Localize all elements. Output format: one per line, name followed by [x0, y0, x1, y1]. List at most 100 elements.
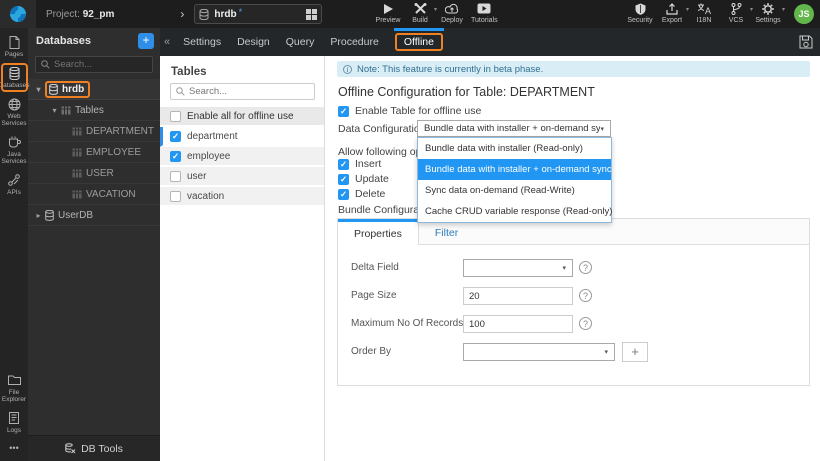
help-icon[interactable]: ? — [579, 261, 592, 274]
page-size-input[interactable] — [463, 287, 573, 305]
tree-node-table[interactable]: VACATION — [28, 184, 160, 205]
tab-offline[interactable]: Offline — [393, 28, 444, 56]
selected-db-name: hrdb — [214, 8, 237, 20]
dropdown-option[interactable]: Sync data on-demand (Read-Write) — [418, 180, 611, 201]
user-avatar[interactable]: JS — [794, 4, 814, 24]
table-icon — [72, 169, 82, 178]
tables-search[interactable] — [170, 83, 315, 100]
max-records-row: Maximum No Of Records ? — [338, 315, 809, 333]
save-button[interactable] — [797, 33, 815, 51]
nav-apis[interactable]: APIs — [1, 170, 28, 199]
dropdown-option[interactable]: Cache CRUD variable response (Read-only) — [418, 201, 612, 222]
settings-button[interactable]: Settings ▾ — [755, 2, 785, 24]
top-bar: Project: 92_pm › hrdb * Preview Build ▾ — [0, 0, 820, 28]
tree-node-table[interactable]: EMPLOYEE — [28, 142, 160, 163]
db-selector[interactable]: hrdb * — [194, 4, 323, 24]
security-button[interactable]: Security — [627, 2, 653, 24]
tools-icon — [414, 2, 427, 15]
enable-table-row[interactable]: Enable Table for offline use — [338, 105, 481, 117]
service-tab-bar: « Settings Design Query Procedure Offlin… — [160, 28, 820, 56]
tab-properties[interactable]: Properties — [338, 219, 419, 245]
api-connector-icon — [8, 174, 20, 187]
tree-node-label: USER — [86, 167, 114, 179]
nav-web-services[interactable]: Web Services — [1, 94, 28, 130]
nav-databases[interactable]: Databases — [0, 63, 30, 92]
table-checkbox[interactable] — [170, 130, 181, 142]
preview-button[interactable]: Preview — [375, 2, 401, 24]
tree-node-table[interactable]: USER — [28, 163, 160, 184]
tree-node-label: DEPARTMENT — [86, 125, 154, 137]
update-row[interactable]: Update — [338, 173, 389, 185]
order-by-row: Order By ▾ + — [338, 342, 809, 362]
table-checkbox[interactable] — [170, 190, 181, 202]
delete-checkbox[interactable] — [338, 188, 349, 200]
chevron-down-icon: ▾ — [781, 7, 785, 13]
table-row-employee[interactable]: employee — [160, 147, 324, 167]
tab-settings[interactable]: Settings — [182, 28, 222, 56]
collapse-panel-icon[interactable]: « — [162, 36, 175, 48]
data-configuration-select[interactable]: Bundle data with installer + on-demand s… — [417, 120, 611, 137]
tree-node-label: VACATION — [86, 188, 136, 200]
add-database-button[interactable]: + — [138, 33, 154, 49]
table-checkbox[interactable] — [170, 150, 181, 162]
add-order-by-button[interactable]: + — [622, 342, 648, 362]
table-row-user[interactable]: user — [160, 167, 324, 187]
insert-checkbox[interactable] — [338, 158, 349, 170]
app-logo[interactable] — [0, 0, 36, 28]
help-icon[interactable]: ? — [579, 289, 592, 302]
tab-query[interactable]: Query — [285, 28, 316, 56]
tree-node-userdb[interactable]: ▸ UserDB — [28, 205, 160, 226]
delta-field-select[interactable]: ▾ — [463, 259, 573, 277]
project-name: Project: 92_pm — [46, 8, 115, 20]
nav-more[interactable]: ••• — [1, 439, 28, 455]
tree-node-table[interactable]: DEPARTMENT — [28, 121, 160, 142]
tree-node-hrdb[interactable]: ▾ hrdb — [28, 79, 160, 100]
app-switcher-icon[interactable] — [306, 8, 318, 20]
dropdown-option[interactable]: Bundle data with installer (Read-only) — [418, 138, 611, 159]
deploy-button[interactable]: Deploy — [439, 2, 465, 24]
enable-all-row[interactable]: Enable all for offline use — [160, 107, 324, 127]
beta-note-banner: i Note: This feature is currently in bet… — [337, 61, 810, 77]
export-button[interactable]: Export ▾ — [659, 2, 689, 24]
max-records-input[interactable] — [463, 315, 573, 333]
tables-search-input[interactable] — [189, 86, 299, 97]
table-checkbox[interactable] — [170, 170, 181, 182]
play-icon — [383, 2, 394, 15]
modified-marker: * — [238, 7, 243, 17]
table-row-department[interactable]: department — [160, 127, 324, 147]
database-icon — [9, 67, 20, 80]
order-by-select[interactable]: ▾ — [463, 343, 615, 361]
databases-panel: Databases + ▾ hrdb ▾ Tables DEPARTME — [28, 28, 160, 461]
caret-down-icon: ▾ — [604, 349, 608, 356]
table-row-vacation[interactable]: vacation — [160, 187, 324, 207]
databases-search[interactable] — [35, 56, 154, 73]
databases-search-input[interactable] — [54, 59, 154, 70]
dropdown-option-selected[interactable]: Bundle data with installer + on-demand s… — [418, 159, 669, 180]
enable-all-checkbox[interactable] — [170, 110, 181, 122]
build-button[interactable]: Build ▾ — [407, 2, 437, 24]
update-checkbox[interactable] — [338, 173, 349, 185]
tab-design[interactable]: Design — [236, 28, 271, 56]
tree-node-label: Tables — [75, 104, 104, 116]
insert-row[interactable]: Insert — [338, 158, 381, 170]
help-icon[interactable]: ? — [579, 317, 592, 330]
databases-panel-title: Databases — [36, 35, 92, 47]
enable-table-checkbox[interactable] — [338, 105, 349, 117]
i18n-button[interactable]: A I18N — [691, 2, 717, 24]
tutorials-button[interactable]: Tutorials — [471, 2, 498, 24]
search-icon — [41, 60, 50, 69]
tab-procedure[interactable]: Procedure — [329, 28, 379, 56]
nav-java-services[interactable]: Java Services — [1, 132, 28, 168]
data-configuration-label: Data Configuration — [338, 123, 426, 135]
page-title: Offline Configuration for Table: DEPARTM… — [338, 85, 595, 99]
tree-node-tables[interactable]: ▾ Tables — [28, 100, 160, 121]
vcs-button[interactable]: VCS ▾ — [723, 2, 753, 24]
nav-logs[interactable]: Logs — [1, 408, 28, 437]
delete-row[interactable]: Delete — [338, 188, 385, 200]
database-icon — [49, 83, 58, 95]
search-icon — [176, 87, 185, 96]
nav-file-explorer[interactable]: File Explorer — [1, 370, 28, 406]
nav-pages[interactable]: Pages — [1, 32, 28, 61]
db-tools-button[interactable]: DB Tools — [28, 435, 160, 461]
wavemaker-logo-icon — [9, 5, 27, 23]
